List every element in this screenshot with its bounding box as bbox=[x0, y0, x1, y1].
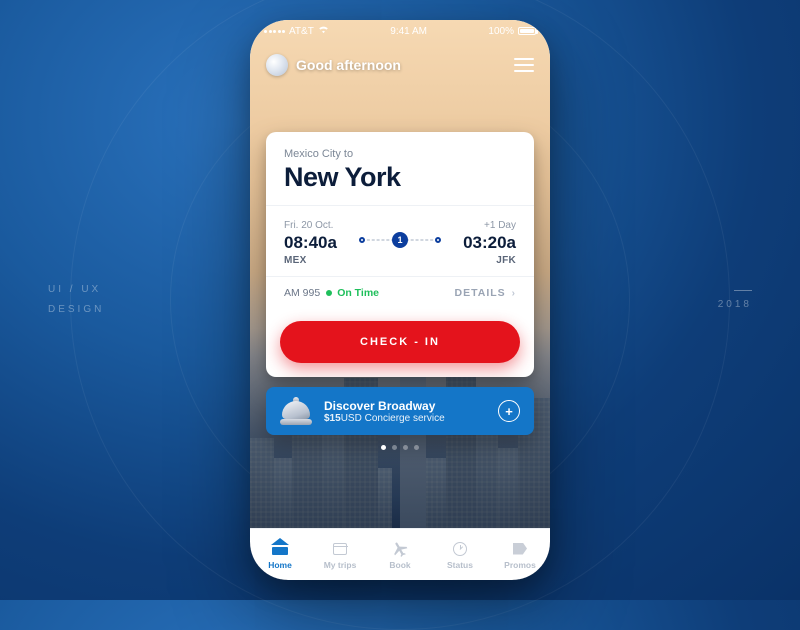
details-link[interactable]: DETAILS › bbox=[455, 287, 516, 299]
page-indicator bbox=[381, 445, 419, 450]
promo-subtitle: $15USD Concierge service bbox=[324, 413, 486, 424]
status-dot-icon bbox=[326, 290, 332, 296]
origin-line: Mexico City to bbox=[284, 148, 516, 160]
tab-promos[interactable]: Promos bbox=[490, 540, 550, 570]
concierge-bell-icon bbox=[280, 397, 312, 425]
brand-logo-icon bbox=[266, 54, 288, 76]
flight-progress-track: 1 bbox=[362, 230, 438, 250]
depart-airport: MEX bbox=[284, 255, 354, 266]
plane-icon bbox=[388, 536, 413, 561]
design-caption-left: UI / UX DESIGN bbox=[48, 280, 104, 320]
promo-title: Discover Broadway bbox=[324, 399, 486, 413]
carrier-label: AT&T bbox=[289, 26, 314, 37]
tab-mytrips[interactable]: My trips bbox=[310, 540, 370, 570]
design-caption-right: 2018 bbox=[718, 290, 752, 310]
arrive-time: 03:20a bbox=[446, 233, 516, 253]
stops-badge: 1 bbox=[392, 232, 408, 248]
phone-frame: AT&T 9:41 AM 100% Good afternoon Mexico … bbox=[250, 20, 550, 580]
promo-add-button[interactable]: + bbox=[498, 400, 520, 422]
battery-icon bbox=[518, 27, 536, 35]
flight-number: AM 995 bbox=[284, 287, 320, 299]
arrive-day-offset: +1 Day bbox=[446, 220, 516, 231]
tab-book[interactable]: Book bbox=[370, 540, 430, 570]
flight-card: Mexico City to New York Fri. 20 Oct. 08:… bbox=[266, 132, 534, 377]
calendar-icon bbox=[333, 540, 347, 558]
wifi-icon bbox=[318, 25, 329, 37]
tab-status[interactable]: Status bbox=[430, 540, 490, 570]
status-badge: On Time bbox=[326, 287, 379, 299]
promo-banner[interactable]: Discover Broadway $15USD Concierge servi… bbox=[266, 387, 534, 435]
depart-date-label: Fri. 20 Oct. bbox=[284, 220, 354, 231]
chevron-right-icon: › bbox=[512, 288, 516, 299]
status-bar: AT&T 9:41 AM 100% bbox=[250, 20, 550, 42]
clock-icon bbox=[453, 540, 467, 558]
tab-home[interactable]: Home bbox=[250, 540, 310, 570]
tag-icon bbox=[513, 540, 527, 558]
arrive-airport: JFK bbox=[446, 255, 516, 266]
home-icon bbox=[272, 540, 288, 558]
menu-button[interactable] bbox=[514, 58, 534, 72]
depart-time: 08:40a bbox=[284, 233, 354, 253]
signal-icon bbox=[264, 30, 285, 33]
destination-title: New York bbox=[284, 162, 516, 193]
battery-label: 100% bbox=[488, 26, 514, 37]
tab-bar: Home My trips Book Status Promos bbox=[250, 528, 550, 580]
status-time: 9:41 AM bbox=[390, 26, 427, 37]
greeting: Good afternoon bbox=[296, 57, 401, 73]
checkin-button[interactable]: CHECK - IN bbox=[280, 321, 520, 363]
